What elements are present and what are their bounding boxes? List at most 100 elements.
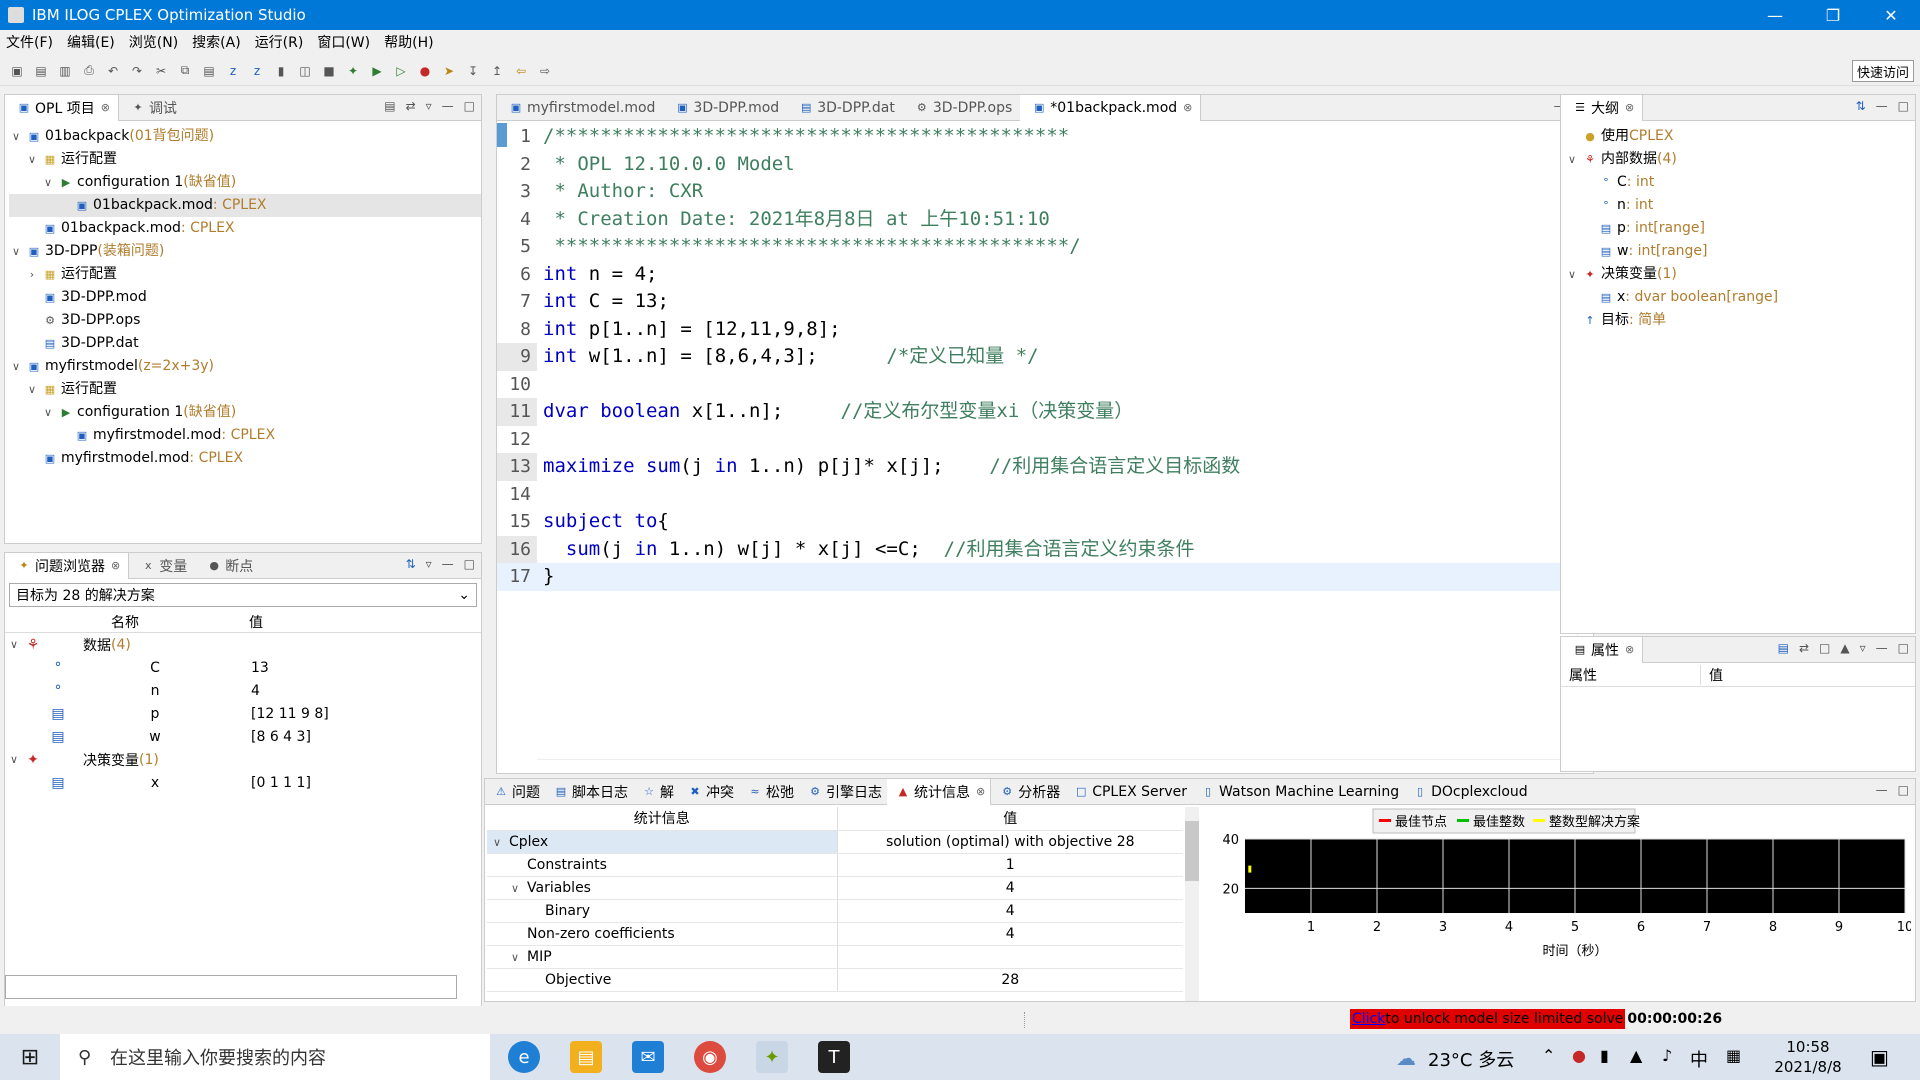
maximize-view-icon[interactable]: □ [1898, 99, 1909, 113]
maximize-view-icon[interactable]: □ [464, 557, 475, 571]
outline-item[interactable]: ▤ x : dvar boolean[range] [1565, 286, 1915, 309]
maximize-view-icon[interactable]: □ [1898, 783, 1909, 797]
redo-icon[interactable]: ↷ [128, 62, 146, 80]
bottom-tab[interactable]: ▲ 统计信息 ⊗ [887, 778, 992, 805]
chevron-down-icon[interactable]: ∨ [9, 240, 23, 263]
minimize-view-icon[interactable]: — [442, 99, 454, 113]
run-config-icon[interactable]: ▷ [392, 62, 410, 80]
problem-row[interactable]: ° C 13 [5, 656, 481, 679]
menu-help[interactable]: 帮助(H) [384, 32, 433, 52]
stats-row[interactable]: Constraints 1 [487, 853, 1183, 877]
run-icon[interactable]: ▶ [368, 62, 386, 80]
tree-item[interactable]: ∨ ▣ myfirstmodel (z=2x+3y) [9, 355, 481, 378]
column-header-value[interactable]: 值 [245, 612, 263, 632]
bottom-tab[interactable]: ⚙ 分析器 [991, 779, 1065, 805]
chevron-down-icon[interactable]: ∨ [9, 125, 23, 148]
problem-row[interactable]: ▤ x [0 1 1 1] [5, 771, 481, 794]
tree-item[interactable]: ∨ ▶ configuration 1 (缺省值) [9, 171, 481, 194]
sort-desc-icon[interactable]: z [248, 62, 266, 80]
code-line[interactable]: 14 [497, 481, 1577, 509]
maximize-view-icon[interactable]: □ [464, 99, 475, 113]
chevron-down-icon[interactable]: ∨ [5, 638, 23, 651]
code-line[interactable]: 5 **************************************… [497, 233, 1577, 261]
minimize-view-icon[interactable]: — [442, 557, 454, 571]
filter-icon[interactable]: ⇄ [1799, 641, 1809, 655]
minimize-button[interactable]: — [1746, 0, 1804, 30]
bottom-tab[interactable]: □ CPLEX Server [1065, 779, 1192, 805]
save-all-icon[interactable]: ▥ [56, 62, 74, 80]
volume-icon[interactable]: ♪ [1662, 1046, 1672, 1065]
outline-item[interactable]: ° n : int [1565, 194, 1915, 217]
tab-3d-dpp-dat[interactable]: ▤ 3D-DPP.dat [787, 95, 903, 121]
sort-icon[interactable]: ⇅ [406, 557, 416, 571]
tab-opl-projects[interactable]: ▣ OPL 项目 ⊗ [5, 94, 119, 121]
search-tool-icon[interactable]: ➤ [440, 62, 458, 80]
code-line[interactable]: 15 subject to{ [497, 508, 1577, 536]
outline-item[interactable]: ° C : int [1565, 171, 1915, 194]
tree-item[interactable]: ▤ 3D-DPP.dat [9, 332, 481, 355]
chevron-down-icon[interactable]: ∨ [511, 951, 527, 964]
chrome-icon[interactable]: ◉ [694, 1041, 726, 1073]
tree-item[interactable]: ∨ ▣ 3D-DPP (装箱问题) [9, 240, 481, 263]
typora-icon[interactable]: T [818, 1041, 850, 1073]
code-line[interactable]: 12 [497, 426, 1577, 454]
weather-text[interactable]: 23°C 多云 [1428, 1046, 1514, 1072]
stats-row[interactable]: ∨ Cplex solution (optimal) with objective… [487, 830, 1183, 854]
outline-item[interactable]: ▤ w : int[range] [1565, 240, 1915, 263]
minimize-view-icon[interactable]: — [1876, 99, 1888, 113]
properties-col-value[interactable]: 值 [1701, 665, 1723, 685]
minimize-view-icon[interactable]: — [1876, 783, 1888, 797]
stats-row[interactable]: Binary 4 [487, 899, 1183, 923]
chevron-down-icon[interactable]: ∨ [5, 753, 23, 766]
tree-item[interactable]: ∨ ▦ 运行配置 [9, 378, 481, 401]
unlock-link[interactable]: Click [1352, 1011, 1385, 1027]
code-line[interactable]: 6 int n = 4; [497, 261, 1577, 289]
bottom-tab[interactable]: ⚠ 问题 [485, 779, 545, 805]
tab-breakpoints[interactable]: ● 断点 [195, 553, 261, 579]
stats-row[interactable]: Objective 28 [487, 968, 1183, 992]
quick-access-field[interactable]: 快速访问 [1851, 60, 1914, 82]
properties-col-property[interactable]: 属性 [1561, 664, 1701, 685]
tab-3d-dpp-ops[interactable]: ⚙ 3D-DPP.ops [903, 95, 1020, 121]
code-line[interactable]: 3 * Author: CXR [497, 178, 1577, 206]
view-menu-icon[interactable]: ▿ [426, 99, 432, 113]
stats-row[interactable]: Non-zero coefficients 4 [487, 922, 1183, 946]
notification-icon[interactable]: ▣ [1870, 1045, 1889, 1069]
chevron-right-icon[interactable]: › [25, 263, 39, 286]
chevron-down-icon[interactable]: ∨ [511, 882, 527, 895]
close-icon[interactable]: ⊗ [1625, 101, 1634, 114]
menu-search[interactable]: 搜索(A) [192, 32, 241, 52]
cut-icon[interactable]: ✂ [152, 62, 170, 80]
code-line[interactable]: 8 int p[1..n] = [12,11,9,8]; [497, 316, 1577, 344]
forward-icon[interactable]: ⇨ [536, 62, 554, 80]
tray-app-icon[interactable]: ● [1572, 1046, 1586, 1065]
split-icon[interactable]: ◫ [296, 62, 314, 80]
maximize-button[interactable]: ❐ [1804, 0, 1862, 30]
weather-icon[interactable]: ☁ [1396, 1046, 1416, 1070]
code-line[interactable]: 13 maximize sum(j in 1..n) p[j]* x[j]; //… [497, 453, 1577, 481]
view-menu-icon[interactable]: ▿ [426, 557, 432, 571]
code-line[interactable]: 16 sum(j in 1..n) w[j] * x[j] <=C; //利用集… [497, 535, 1577, 563]
tab-3d-dpp-mod[interactable]: ▣ 3D-DPP.mod [663, 95, 787, 121]
cplex-icon[interactable]: ✦ [756, 1041, 788, 1073]
stats-row[interactable]: ∨ Variables 4 [487, 876, 1183, 900]
tree-item[interactable]: ▣ 01backpack.mod : CPLEX [9, 217, 481, 240]
outline-item[interactable]: ● 使用 CPLEX [1565, 125, 1915, 148]
tree-item[interactable]: ▣ myfirstmodel.mod : CPLEX [9, 424, 481, 447]
tree-item[interactable]: ∨ ▣ 01backpack (01背包问题) [9, 125, 481, 148]
problem-row[interactable]: ° n 4 [5, 679, 481, 702]
build-icon[interactable]: ▮ [272, 62, 290, 80]
stats-scrollbar[interactable] [1185, 807, 1199, 1001]
menu-file[interactable]: 文件(F) [6, 32, 53, 52]
problem-row[interactable]: ▤ w [8 6 4 3] [5, 725, 481, 748]
stats-row[interactable]: ∨ MIP [487, 945, 1183, 969]
clock[interactable]: 10:58 2021/8/8 [1768, 1037, 1848, 1077]
tree-item[interactable]: › ▦ 运行配置 [9, 263, 481, 286]
code-line[interactable]: 10 [497, 371, 1577, 399]
menu-run[interactable]: 运行(R) [255, 32, 304, 52]
bottom-tab[interactable]: ☆ 解 [633, 779, 679, 805]
tray-chevron-icon[interactable]: ⌃ [1542, 1046, 1555, 1065]
code-line[interactable]: 17} [497, 563, 1577, 591]
menu-edit[interactable]: 编辑(E) [67, 32, 115, 52]
network-icon[interactable]: ▲ [1630, 1046, 1642, 1065]
